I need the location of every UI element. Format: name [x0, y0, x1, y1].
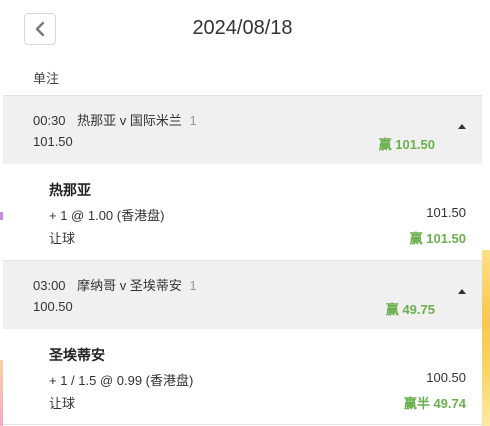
stake-amount: 101.50 [33, 134, 73, 149]
bet-detail: 热那亚 + 1 @ 1.00 (香港盘) 101.50 让球 赢 101.50 [3, 164, 482, 260]
bet-odds: + 1 / 1.5 @ 0.99 (香港盘) [49, 373, 194, 388]
caret-up-icon[interactable] [458, 124, 466, 129]
header: 2024/08/18 [3, 0, 482, 60]
result-amount: 赢 101.50 [378, 137, 435, 152]
match-row[interactable]: 03:00 摩纳哥 v 圣埃蒂安 1 100.50 赢 49.75 [3, 260, 482, 330]
match-info: 00:30 热那亚 v 国际米兰 1 [33, 110, 197, 129]
match-time: 00:30 [33, 113, 66, 128]
divider [3, 424, 482, 425]
match-time: 03:00 [33, 278, 66, 293]
win-amount: 赢 101.50 [409, 231, 466, 246]
bet-odds: + 1 @ 1.00 (香港盘) [49, 208, 165, 223]
bet-count: 1 [189, 278, 197, 293]
background-decoration [482, 250, 490, 426]
bet-type: 让球 [49, 396, 76, 411]
selected-team: 热那亚 [49, 182, 91, 198]
caret-up-icon[interactable] [458, 289, 466, 294]
bet-amount: 100.50 [426, 370, 466, 385]
bet-type: 让球 [49, 231, 76, 246]
section-label: 单注 [33, 71, 60, 86]
stake-amount: 100.50 [33, 299, 73, 314]
bet-history-panel: 2024/08/18 单注 00:30 热那亚 v 国际米兰 1 101.50 … [3, 0, 482, 426]
bet-count: 1 [189, 113, 197, 128]
result-amount: 赢 49.75 [385, 302, 435, 317]
bet-detail: 圣埃蒂安 + 1 / 1.5 @ 0.99 (香港盘) 100.50 让球 赢半… [3, 329, 482, 425]
match-row[interactable]: 00:30 热那亚 v 国际米兰 1 101.50 赢 101.50 [3, 95, 482, 165]
match-name: 热那亚 v 国际米兰 [77, 113, 182, 128]
selected-team: 圣埃蒂安 [49, 347, 105, 363]
win-amount: 赢半 49.74 [403, 396, 466, 411]
page-title: 2024/08/18 [192, 17, 293, 39]
bet-amount: 101.50 [426, 205, 466, 220]
match-name: 摩纳哥 v 圣埃蒂安 [77, 278, 182, 293]
match-info: 03:00 摩纳哥 v 圣埃蒂安 1 [33, 275, 197, 294]
